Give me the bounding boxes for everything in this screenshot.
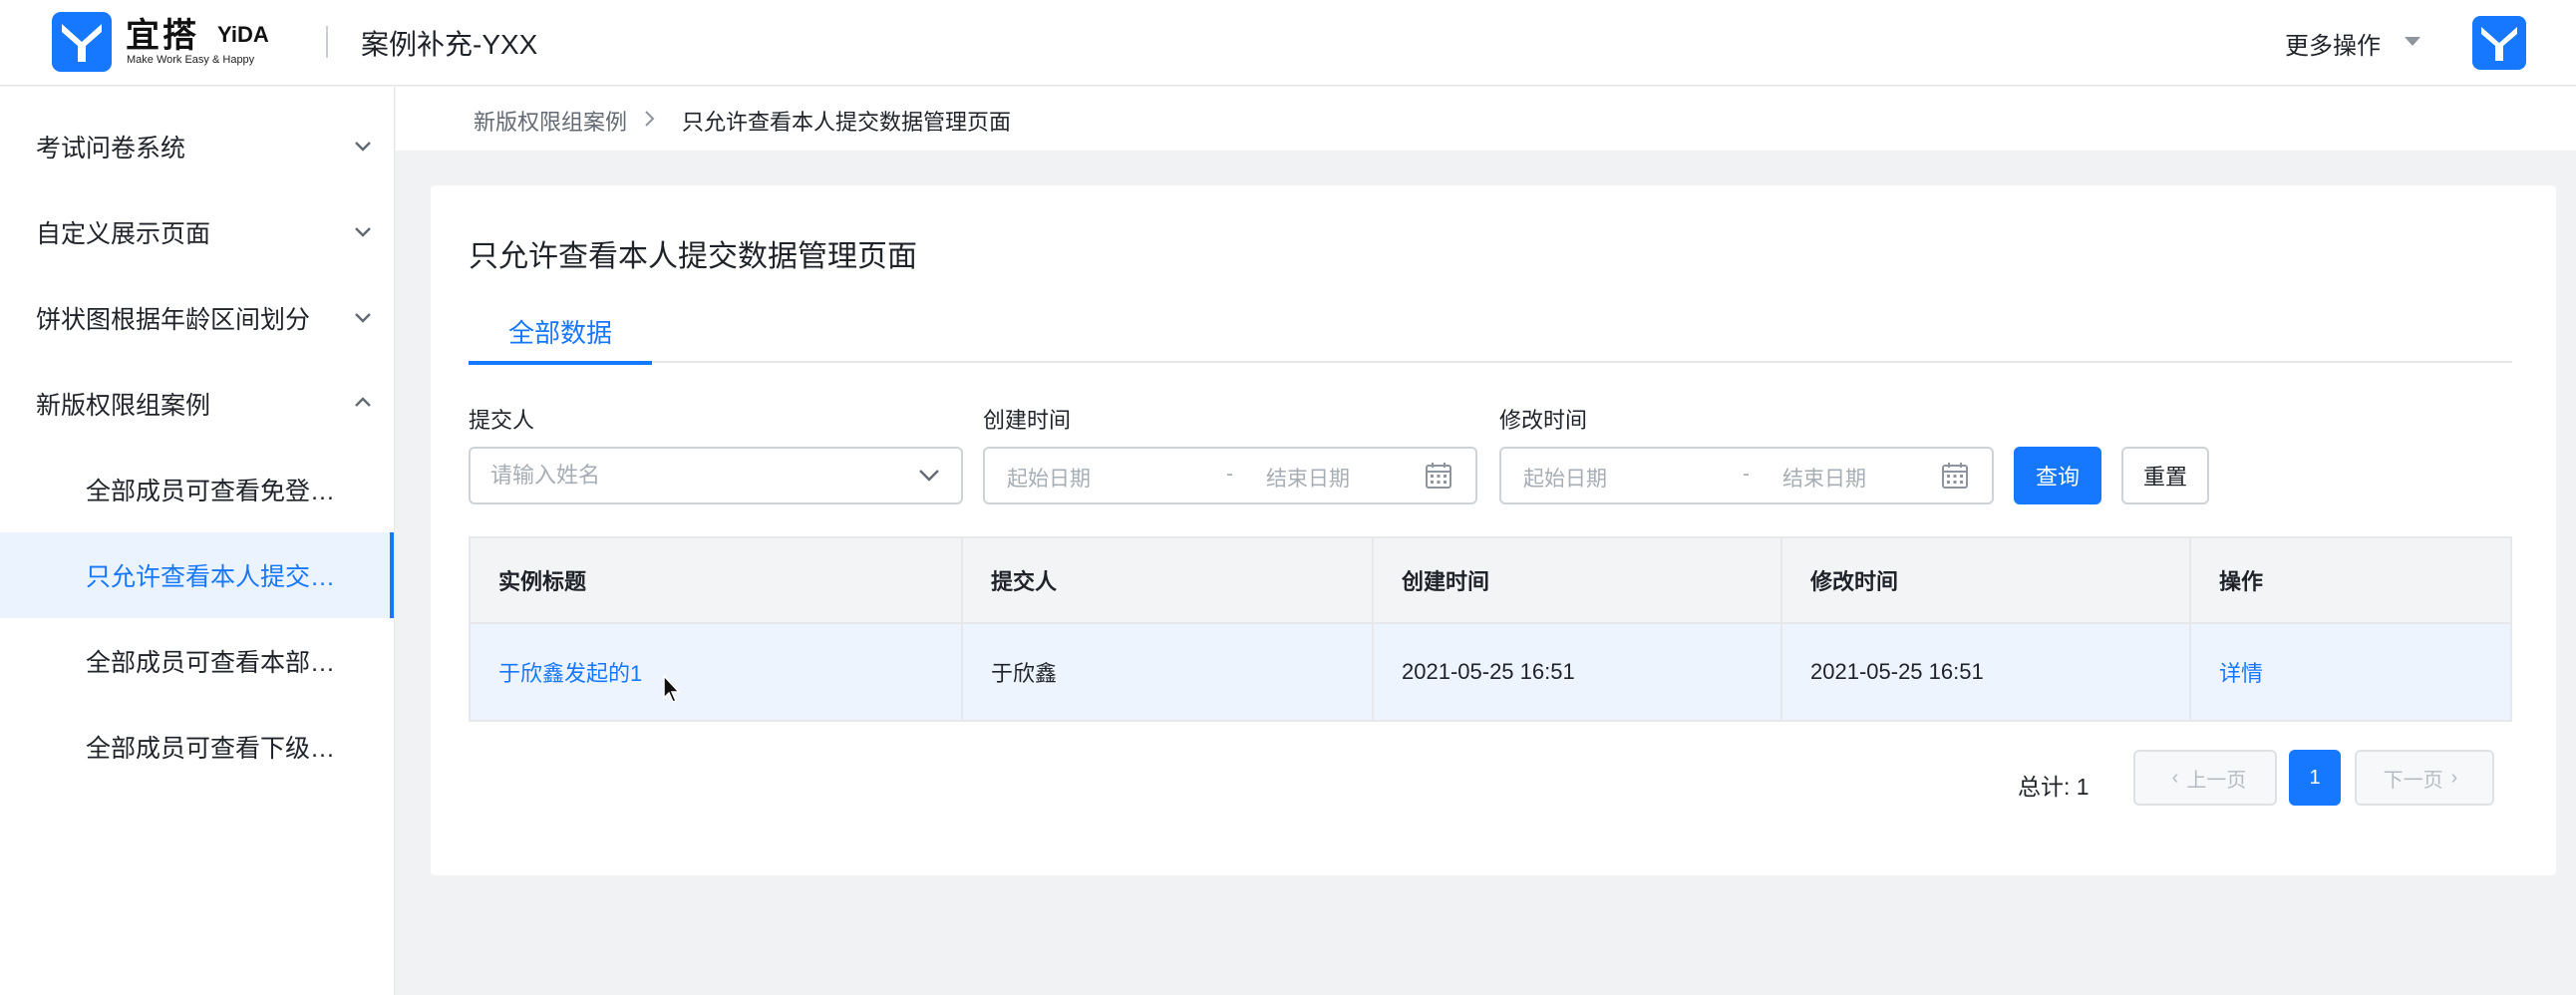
modified-time-filter-label: 修改时间 — [1499, 408, 1588, 433]
prev-page-button[interactable]: ‹ 上一页 — [2133, 750, 2277, 806]
sidebar-item-permission-group[interactable]: 新版权限组案例 — [0, 361, 394, 447]
created-start-date[interactable]: 起始日期 — [1007, 463, 1091, 493]
sidebar-item-label: 饼状图根据年龄区间划分 — [36, 306, 311, 334]
modified-time-cell: 2021-05-25 16:51 — [1780, 624, 2189, 720]
chevron-left-icon: ‹ — [2171, 766, 2179, 789]
prev-page-label: 上一页 — [2186, 769, 2247, 792]
sidebar-item-all-members-subordinate[interactable]: 全部成员可查看下级… — [0, 704, 394, 790]
instance-title-link[interactable]: 于欣鑫发起的1 — [471, 624, 961, 720]
app-title[interactable]: 案例补充-YXX — [361, 23, 537, 63]
top-bar: 宜搭 YiDA Make Work Easy & Happy 案例补充-YXX … — [0, 0, 2576, 86]
submitter-input[interactable] — [490, 459, 889, 493]
column-header-title: 实例标题 — [498, 569, 587, 594]
page-number-button[interactable]: 1 — [2289, 750, 2341, 806]
logo-text-cn: 宜搭 — [126, 16, 199, 56]
sidebar-item-label: 全部成员可查看本部… — [86, 649, 336, 677]
column-header-actions: 操作 — [2189, 538, 2510, 622]
tab-all-data[interactable]: 全部数据 — [469, 311, 652, 365]
sidebar-item-label: 考试问卷系统 — [36, 135, 186, 163]
table-header: 实例标题 提交人 创建时间 修改时间 操作 — [471, 538, 2510, 624]
chevron-down-icon[interactable] — [351, 219, 375, 243]
sidebar-item-custom-page[interactable]: 自定义展示页面 — [0, 189, 394, 275]
user-avatar[interactable] — [2472, 16, 2526, 70]
column-header-modified: 修改时间 — [1780, 538, 2189, 622]
modified-time-range-picker[interactable]: 起始日期 - 结束日期 — [1499, 447, 1994, 504]
created-time-cell: 2021-05-25 16:51 — [1372, 624, 1780, 720]
logo-text-en: YiDA — [217, 22, 269, 47]
modified-start-date[interactable]: 起始日期 — [1523, 463, 1607, 493]
column-header-submitter: 提交人 — [961, 538, 1372, 622]
submitter-cell: 于欣鑫 — [961, 624, 1372, 720]
sidebar-item-exam-survey[interactable]: 考试问卷系统 — [0, 104, 394, 189]
table-row[interactable]: 于欣鑫发起的1 于欣鑫 2021-05-25 16:51 2021-05-25 … — [471, 624, 2510, 720]
sidebar-item-all-members-free-login[interactable]: 全部成员可查看免登… — [0, 447, 394, 532]
created-time-filter-label: 创建时间 — [983, 408, 1072, 433]
header-divider — [326, 26, 328, 58]
sidebar-item-label: 新版权限组案例 — [36, 392, 211, 420]
sidebar-item-pie-chart[interactable]: 饼状图根据年龄区间划分 — [0, 275, 394, 361]
more-actions-menu[interactable]: 更多操作 — [2285, 26, 2381, 61]
created-time-range-picker[interactable]: 起始日期 - 结束日期 — [983, 447, 1477, 504]
calendar-icon[interactable] — [1940, 461, 1970, 491]
breadcrumb: 新版权限组案例 只允许查看本人提交数据管理页面 — [396, 87, 2576, 151]
sidebar: 考试问卷系统 自定义展示页面 饼状图根据年龄区间划分 新版权限组案例 全部成员可… — [0, 87, 395, 995]
calendar-icon[interactable] — [1424, 461, 1453, 491]
page-title: 只允许查看本人提交数据管理页面 — [469, 240, 917, 273]
breadcrumb-item-current: 只允许查看本人提交数据管理页面 — [682, 110, 1012, 135]
sidebar-item-all-members-department[interactable]: 全部成员可查看本部… — [0, 618, 394, 704]
chevron-down-icon[interactable] — [917, 467, 941, 485]
range-separator: - — [1226, 463, 1233, 486]
submitter-filter-label: 提交人 — [469, 408, 535, 433]
mouse-cursor-icon — [663, 674, 681, 703]
details-link[interactable]: 详情 — [2189, 624, 2510, 720]
query-button[interactable]: 查询 — [2014, 447, 2101, 504]
chevron-down-icon[interactable] — [351, 134, 375, 158]
range-separator: - — [1743, 463, 1750, 486]
breadcrumb-item-parent[interactable]: 新版权限组案例 — [474, 105, 627, 137]
created-end-date[interactable]: 结束日期 — [1266, 463, 1350, 493]
total-count: 总计: 1 — [2018, 774, 2090, 800]
sidebar-item-label: 只允许查看本人提交… — [86, 563, 336, 591]
chevron-right-icon — [645, 111, 655, 127]
caret-down-icon[interactable] — [2405, 37, 2420, 46]
sidebar-item-label: 全部成员可查看免登… — [86, 478, 336, 505]
modified-end-date[interactable]: 结束日期 — [1782, 463, 1866, 493]
chevron-right-icon: › — [2450, 766, 2458, 789]
tab-bar: 全部数据 — [469, 311, 2512, 365]
data-table: 实例标题 提交人 创建时间 修改时间 操作 于欣鑫发起的1 于欣鑫 2021-0… — [469, 536, 2512, 722]
reset-button[interactable]: 重置 — [2121, 447, 2209, 504]
yida-logo-icon[interactable] — [52, 12, 112, 72]
sidebar-item-label: 全部成员可查看下级… — [86, 735, 336, 763]
submitter-select[interactable] — [469, 447, 963, 504]
next-page-button[interactable]: 下一页 › — [2355, 750, 2494, 806]
logo-tagline: Make Work Easy & Happy — [127, 54, 255, 66]
chevron-up-icon[interactable] — [351, 391, 375, 415]
chevron-down-icon[interactable] — [351, 305, 375, 329]
sidebar-item-own-submissions[interactable]: 只允许查看本人提交… — [0, 532, 394, 618]
column-header-created: 创建时间 — [1372, 538, 1780, 622]
sidebar-item-label: 自定义展示页面 — [36, 220, 211, 248]
content-card: 只允许查看本人提交数据管理页面 全部数据 提交人 创建时间 修改时间 起始日期 … — [431, 185, 2556, 875]
next-page-label: 下一页 — [2383, 769, 2443, 792]
